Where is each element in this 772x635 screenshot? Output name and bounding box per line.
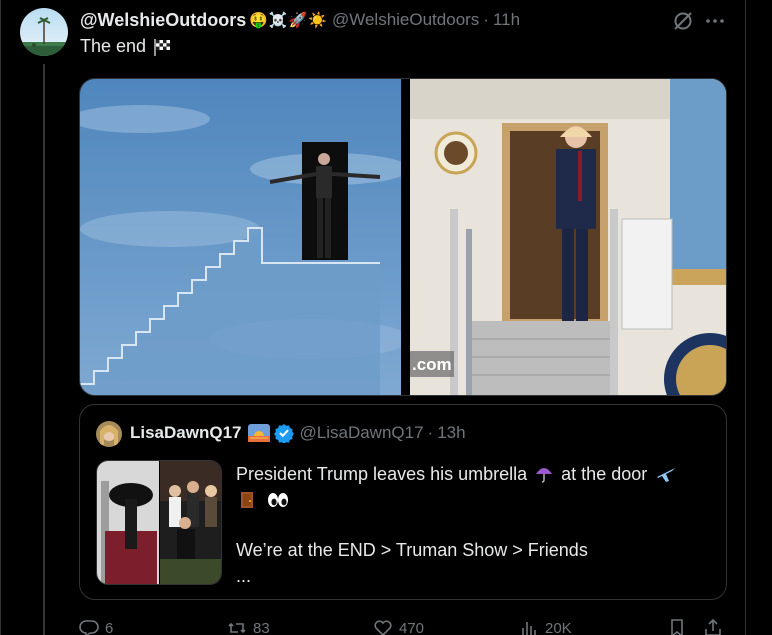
reply-button[interactable]: 6 bbox=[79, 618, 113, 635]
media-image-sky-door[interactable] bbox=[80, 79, 410, 395]
media-watermark: .com bbox=[412, 355, 452, 374]
bookmark-icon bbox=[671, 619, 683, 635]
repost-icon bbox=[228, 622, 246, 634]
views-count: 20K bbox=[545, 619, 572, 635]
views-button[interactable]: 20K bbox=[519, 618, 572, 635]
door-icon bbox=[241, 492, 253, 508]
quote-line-3: We’re at the END > Truman Show > Friends bbox=[236, 540, 588, 560]
reply-icon bbox=[79, 620, 99, 635]
sunrise-icon bbox=[247, 424, 270, 442]
repost-count: 83 bbox=[253, 619, 270, 635]
separator-dot: · bbox=[483, 10, 489, 29]
quote-line-1-text: President Trump leaves his umbrella bbox=[236, 464, 528, 484]
left-border bbox=[0, 0, 1, 635]
quote-line-2 bbox=[236, 487, 716, 513]
quote-blank-line bbox=[236, 513, 716, 537]
name-emojis: 🤑☠️🚀☀️ bbox=[249, 12, 328, 29]
author-handle[interactable]: @WelshieOutdoors bbox=[332, 10, 479, 30]
checkered-flag-icon bbox=[154, 38, 171, 56]
quote-line-1: President Trump leaves his umbrella at t… bbox=[236, 461, 716, 487]
airplane-icon bbox=[657, 468, 676, 482]
quote-handle[interactable]: @LisaDawnQ17 bbox=[300, 423, 424, 443]
media-image-plane-door[interactable]: .com bbox=[410, 79, 726, 395]
grok-icon[interactable] bbox=[672, 10, 694, 32]
repost-button[interactable]: 83 bbox=[227, 618, 270, 635]
verified-badge-icon bbox=[273, 424, 294, 443]
umbrella-icon bbox=[536, 468, 553, 483]
quoted-tweet[interactable]: LisaDawnQ17 @LisaDawnQ17 · 13h President… bbox=[79, 404, 727, 600]
quote-display-name[interactable]: LisaDawnQ17 bbox=[130, 423, 242, 443]
tweet-actions: 6 83 470 20K bbox=[79, 618, 727, 635]
quote-line-1b-text: at the door bbox=[561, 464, 648, 484]
tweet-text-content: The end bbox=[80, 36, 147, 56]
quote-media-thumbnail[interactable] bbox=[96, 460, 222, 585]
more-options-icon[interactable] bbox=[704, 12, 726, 30]
quote-text: President Trump leaves his umbrella at t… bbox=[236, 461, 716, 589]
tweet-time[interactable]: 11h bbox=[493, 10, 520, 30]
share-button[interactable] bbox=[703, 618, 729, 635]
quote-separator-dot: · bbox=[427, 423, 434, 442]
views-chart-icon bbox=[522, 622, 536, 635]
like-button[interactable]: 470 bbox=[373, 618, 424, 635]
quote-header: LisaDawnQ17 @LisaDawnQ17 · 13h bbox=[130, 423, 466, 443]
tweet-text: The end bbox=[80, 36, 172, 57]
heart-icon bbox=[374, 620, 392, 635]
quote-time[interactable]: 13h bbox=[437, 423, 465, 443]
thread-line bbox=[43, 64, 45, 635]
bookmark-button[interactable] bbox=[667, 618, 693, 635]
tweet-media[interactable]: .com bbox=[79, 78, 727, 396]
eyes-icon bbox=[268, 493, 289, 507]
tweet-header: @WelshieOutdoors 🤑☠️🚀☀️ @WelshieOutdoors… bbox=[80, 8, 520, 32]
right-border bbox=[745, 0, 746, 635]
quote-author-avatar[interactable] bbox=[96, 421, 122, 447]
share-icon bbox=[705, 618, 721, 635]
like-count: 470 bbox=[399, 619, 425, 635]
author-display-name[interactable]: @WelshieOutdoors bbox=[80, 10, 246, 31]
quote-line-4: ... bbox=[236, 566, 252, 586]
reply-count: 6 bbox=[105, 619, 114, 635]
author-avatar[interactable] bbox=[20, 8, 68, 56]
